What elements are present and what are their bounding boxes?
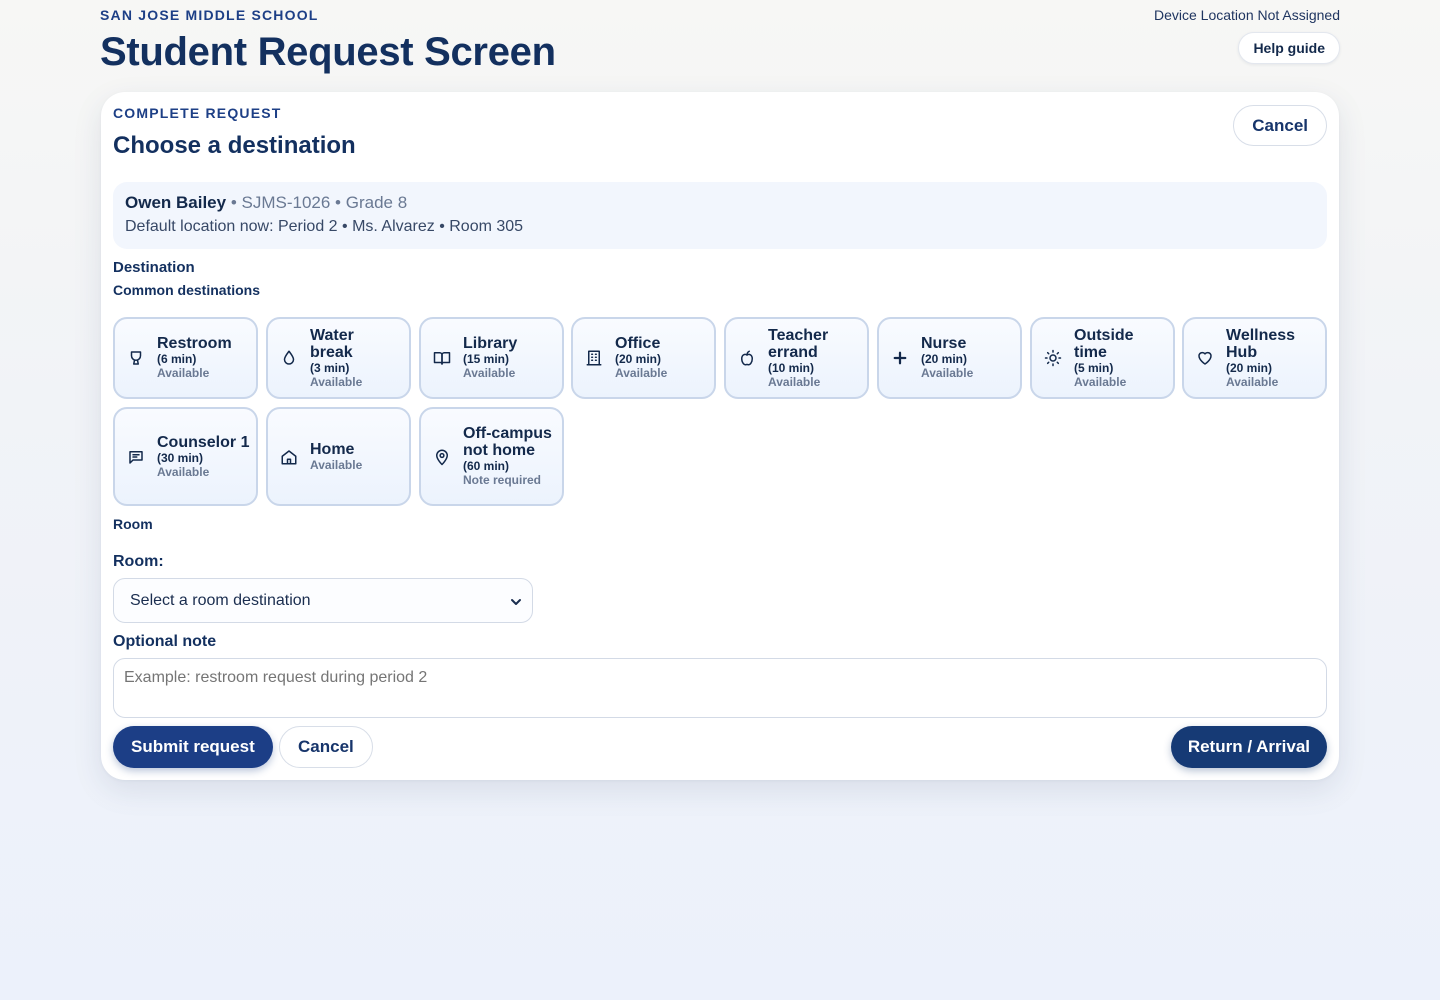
device-location-status: Device Location Not Assigned — [1154, 7, 1340, 23]
student-meta: • SJMS-1026 • Grade 8 — [226, 193, 408, 212]
card-title: Choose a destination — [113, 132, 356, 159]
student-default-location: Default location now: Period 2 • Ms. Alv… — [125, 218, 524, 235]
card-eyebrow: COMPLETE REQUEST — [113, 105, 282, 121]
tile-duration: (30 min) — [157, 450, 204, 465]
tile-name: Library — [463, 335, 518, 352]
tile-status: Available — [1074, 374, 1127, 389]
tile-status: Available — [615, 366, 668, 380]
book-icon — [433, 349, 451, 367]
tile-name: Off-campus not home — [463, 425, 552, 459]
room-select[interactable]: Select a room destination — [113, 578, 533, 623]
destination-tile-home[interactable]: Home Available — [266, 407, 411, 506]
tile-duration: (15 min) — [463, 352, 510, 366]
student-summary: Owen Bailey • SJMS-1026 • Grade 8 — [125, 193, 407, 213]
common-destinations-label: Common destinations — [113, 282, 261, 298]
destination-tile-off-campus[interactable]: Off-campus not home (60 min) Note required — [419, 407, 564, 506]
note-textarea[interactable] — [113, 658, 1327, 718]
help-guide-button[interactable]: Help guide — [1238, 32, 1340, 64]
destination-tile-office[interactable]: Office (20 min) Available — [571, 317, 716, 399]
tile-name: Home — [310, 440, 355, 458]
destination-tile-water-break[interactable]: Water break (3 min) Available — [266, 317, 411, 399]
restroom-icon — [127, 349, 145, 367]
tile-duration: (6 min) — [157, 352, 197, 366]
tile-status: Available — [157, 464, 210, 479]
water-drop-icon — [280, 349, 298, 367]
cancel-top-button[interactable]: Cancel — [1233, 105, 1327, 146]
destination-tile-wellness-hub[interactable]: Wellness Hub (20 min) Available — [1182, 317, 1327, 399]
tile-status: Available — [157, 366, 210, 380]
apple-icon — [738, 349, 756, 367]
room-select-value: Select a room destination — [130, 591, 311, 609]
destination-tile-restroom[interactable]: Restroom (6 min) Available — [113, 317, 258, 399]
tile-duration: (5 min) — [1074, 360, 1114, 375]
tile-name: Restroom — [157, 335, 232, 352]
tile-duration: (20 min) — [921, 352, 968, 366]
tile-name: Nurse — [921, 335, 967, 352]
tile-duration: (20 min) — [615, 352, 662, 366]
sun-icon — [1044, 349, 1062, 367]
chevron-down-icon — [510, 595, 522, 607]
tile-name: Office — [615, 335, 661, 352]
cancel-button[interactable]: Cancel — [279, 726, 373, 768]
tile-name: Water break — [310, 326, 354, 361]
tile-name: Outside time — [1074, 326, 1134, 361]
tile-status: Available — [921, 366, 974, 380]
request-card: COMPLETE REQUEST Choose a destination Ca… — [101, 92, 1339, 780]
tile-name: Teacher errand — [768, 326, 829, 361]
heart-icon — [1196, 349, 1214, 367]
tile-duration: (10 min) — [768, 360, 815, 375]
tile-status: Note required — [463, 473, 542, 487]
room-field-label: Room: — [113, 553, 164, 570]
note-label: Optional note — [113, 633, 217, 650]
building-icon — [585, 349, 603, 367]
medical-cross-icon — [891, 349, 909, 367]
return-arrival-button[interactable]: Return / Arrival — [1170, 726, 1327, 768]
chat-icon — [127, 448, 145, 466]
school-name: SAN JOSE MIDDLE SCHOOL — [100, 7, 319, 23]
room-section-label: Room — [113, 516, 153, 532]
destination-tile-library[interactable]: Library (15 min) Available — [419, 317, 564, 399]
tile-status: Available — [1226, 374, 1279, 389]
destination-section-label: Destination — [113, 259, 195, 276]
tile-status: Available — [463, 366, 516, 380]
tile-status: Available — [310, 457, 363, 472]
page-title: Student Request Screen — [100, 30, 556, 74]
tile-duration: (20 min) — [1226, 360, 1273, 375]
tile-duration: (3 min) — [310, 360, 350, 375]
tile-status: Available — [768, 374, 821, 389]
student-name: Owen Bailey — [125, 193, 227, 212]
destination-tile-teacher-errand[interactable]: Teacher errand (10 min) Available — [724, 317, 869, 399]
home-icon — [280, 448, 298, 466]
submit-request-button[interactable]: Submit request — [113, 726, 273, 768]
tile-name: Counselor 1 — [157, 433, 250, 451]
destination-tile-outside-time[interactable]: Outside time (5 min) Available — [1030, 317, 1175, 399]
destination-tile-counselor-1[interactable]: Counselor 1 (30 min) Available — [113, 407, 258, 506]
student-info-panel: Owen Bailey • SJMS-1026 • Grade 8 Defaul… — [113, 182, 1327, 249]
page-header: SAN JOSE MIDDLE SCHOOL Student Request S… — [100, 0, 1340, 90]
tile-name: Wellness Hub — [1226, 326, 1296, 361]
destination-tile-nurse[interactable]: Nurse (20 min) Available — [877, 317, 1022, 399]
tile-status: Available — [310, 374, 363, 389]
tile-duration: (60 min) — [463, 459, 510, 473]
map-pin-icon — [433, 448, 451, 466]
